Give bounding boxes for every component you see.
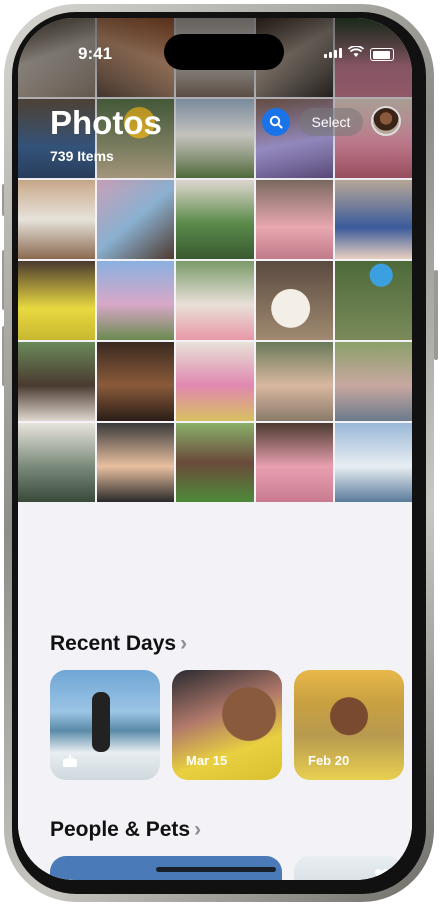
photo-thumbnail[interactable]: [18, 180, 96, 259]
chevron-right-icon: ›: [180, 632, 188, 655]
photo-thumbnail[interactable]: [97, 180, 175, 259]
photo-thumbnail[interactable]: [18, 261, 96, 340]
wifi-icon: [348, 46, 364, 57]
recent-days-title: Recent Days: [50, 632, 177, 655]
item-count: 739 Items: [50, 148, 114, 164]
shared-tray-icon: [63, 754, 77, 767]
photo-thumbnail[interactable]: [97, 342, 175, 421]
photo-thumbnail[interactable]: [176, 180, 254, 259]
search-icon: [269, 115, 283, 129]
recent-day-card[interactable]: [50, 670, 160, 780]
cellular-signal-icon: [324, 48, 342, 58]
chevron-right-icon: ›: [194, 818, 202, 841]
recent-day-label: Feb 20: [308, 753, 350, 768]
photo-thumbnail[interactable]: [18, 342, 96, 421]
photo-thumbnail[interactable]: [176, 423, 254, 502]
recent-day-card[interactable]: Feb 20: [294, 670, 404, 780]
photo-thumbnail[interactable]: [334, 423, 412, 502]
photo-thumbnail[interactable]: [334, 261, 412, 340]
photo-thumbnail[interactable]: [18, 423, 96, 502]
recent-day-card[interactable]: Mar 15: [172, 670, 282, 780]
photo-thumbnail[interactable]: [97, 423, 175, 502]
search-button[interactable]: [262, 108, 290, 136]
profile-avatar[interactable]: [371, 106, 401, 136]
power-button[interactable]: [434, 270, 438, 360]
recent-days-header[interactable]: Recent Days ›: [50, 632, 187, 656]
photo-thumbnail[interactable]: [334, 180, 412, 259]
person-silhouette: [92, 692, 110, 752]
photo-thumbnail[interactable]: [176, 261, 254, 340]
screen: 9:41 Photos 739 Items Select Recent Days…: [18, 18, 412, 880]
photo-thumbnail[interactable]: [334, 342, 412, 421]
people-card[interactable]: [294, 856, 404, 880]
photo-thumbnail[interactable]: [255, 342, 333, 421]
status-time: 9:41: [78, 44, 113, 63]
photo-grid: [18, 18, 412, 502]
people-pets-header[interactable]: People & Pets ›: [50, 818, 201, 842]
people-pets-title: People & Pets: [50, 818, 191, 841]
heart-icon: [375, 869, 389, 880]
recent-day-label: Mar 15: [186, 753, 228, 768]
photo-thumbnail[interactable]: [176, 99, 254, 178]
photo-thumbnail[interactable]: [255, 261, 333, 340]
photo-thumbnail[interactable]: [255, 180, 333, 259]
select-button[interactable]: Select: [299, 108, 363, 136]
dynamic-island: [164, 34, 284, 70]
page-title: Photos: [50, 104, 162, 141]
home-indicator[interactable]: [156, 867, 276, 872]
photo-thumbnail[interactable]: [255, 423, 333, 502]
photo-thumbnail[interactable]: [97, 261, 175, 340]
photo-thumbnail[interactable]: [176, 342, 254, 421]
battery-icon: [370, 48, 394, 61]
